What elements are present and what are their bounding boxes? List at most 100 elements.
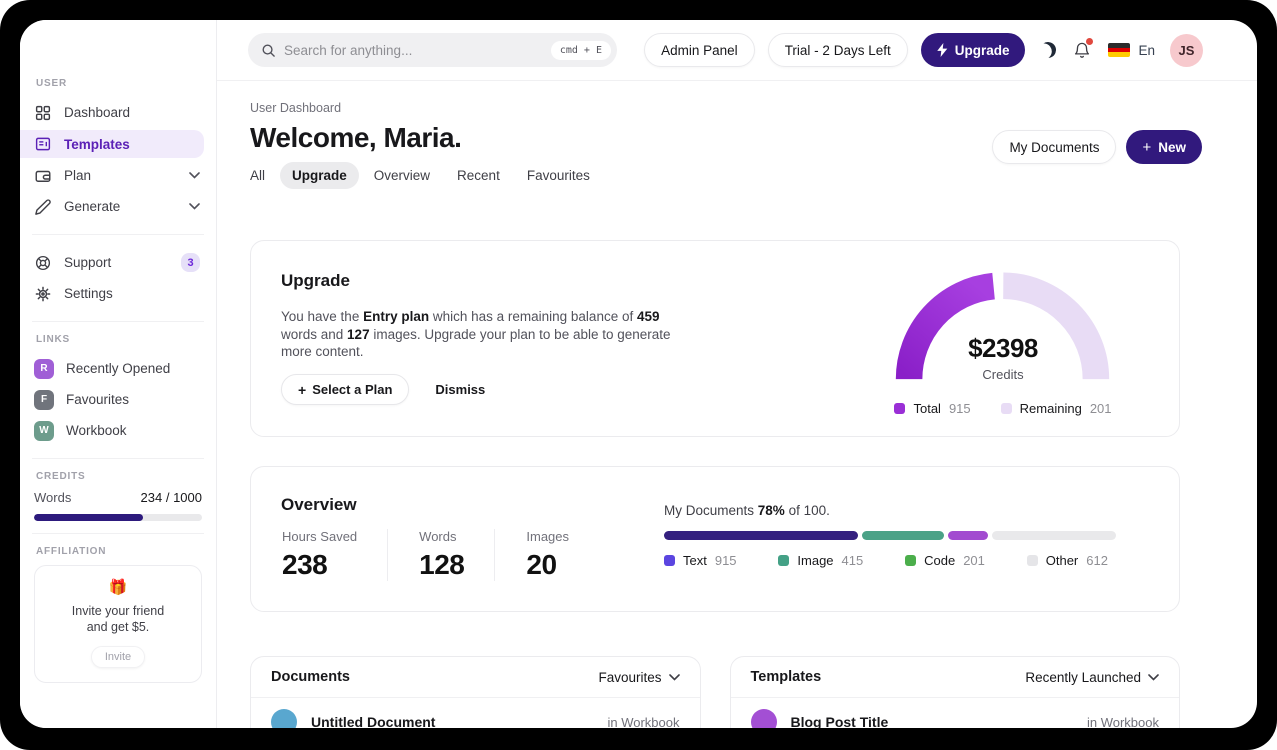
sidebar-link-workbook[interactable]: W Workbook bbox=[34, 415, 202, 446]
bar-segment-other bbox=[992, 531, 1116, 540]
tab-bar: All Upgrade Overview Recent Favourites bbox=[238, 162, 602, 189]
stacked-progress-bar bbox=[664, 531, 1116, 540]
plus-icon: + bbox=[1142, 138, 1152, 156]
sidebar-item-dashboard[interactable]: Dashboard bbox=[34, 97, 202, 128]
chevron-down-icon bbox=[668, 673, 680, 681]
bar-segment-code bbox=[947, 531, 989, 540]
sidebar-item-label: Support bbox=[64, 255, 112, 270]
select-plan-button[interactable]: + Select a Plan bbox=[281, 374, 410, 405]
credits-gauge-chart bbox=[894, 269, 1111, 387]
credits-row: Words 234 / 1000 bbox=[34, 490, 202, 505]
divider bbox=[32, 321, 204, 322]
page-title: Welcome, Maria. bbox=[250, 122, 462, 153]
dark-mode-icon[interactable] bbox=[1039, 41, 1057, 59]
document-list-item[interactable]: Untitled Document in Workbook bbox=[251, 698, 700, 728]
wallet-icon bbox=[34, 167, 52, 185]
templates-card: Templates Recently Launched Blog Post Ti… bbox=[729, 656, 1180, 728]
chevron-down-icon bbox=[1148, 673, 1159, 681]
template-location: in Workbook bbox=[1086, 714, 1159, 729]
documents-filter-dropdown[interactable]: Favourites bbox=[598, 670, 680, 685]
divider bbox=[32, 234, 204, 235]
affiliation-text: Invite your friend and get $5. bbox=[71, 604, 165, 634]
tab-overview[interactable]: Overview bbox=[362, 162, 442, 189]
search-icon bbox=[261, 43, 276, 58]
legend-item-code: Code 201 bbox=[905, 553, 985, 568]
affiliation-card: 🎁 Invite your friend and get $5. Invite bbox=[34, 565, 202, 683]
search-input[interactable] bbox=[284, 42, 543, 58]
grid-icon bbox=[34, 104, 52, 122]
my-documents-button[interactable]: My Documents bbox=[992, 130, 1117, 164]
stat-images: Images 20 bbox=[494, 529, 599, 581]
template-list-item[interactable]: Blog Post Title in Workbook bbox=[731, 698, 1180, 728]
credits-progress-fill bbox=[34, 514, 144, 521]
upgrade-card-body: You have the Entry plan which has a rema… bbox=[281, 309, 671, 359]
documents-usage-chart: My Documents 78% of 100. Text 915 Image … bbox=[664, 503, 1116, 568]
divider bbox=[32, 533, 204, 534]
language-switcher[interactable]: En bbox=[1108, 43, 1155, 58]
sidebar-item-plan[interactable]: Plan bbox=[34, 160, 202, 191]
overview-card-title: Overview bbox=[281, 495, 357, 514]
legend-item-remaining: Remaining 201 bbox=[1000, 401, 1112, 416]
templates-icon bbox=[34, 135, 52, 153]
letter-badge: F bbox=[34, 389, 54, 410]
tab-all[interactable]: All bbox=[238, 162, 277, 189]
sidebar-section-credits: CREDITS bbox=[36, 471, 86, 482]
tab-recent[interactable]: Recent bbox=[445, 162, 512, 189]
document-location: in Workbook bbox=[607, 714, 680, 729]
dismiss-button[interactable]: Dismiss bbox=[435, 382, 485, 397]
sidebar-item-templates[interactable]: Templates bbox=[20, 130, 204, 158]
sidebar-item-label: Settings bbox=[64, 286, 113, 301]
search-shortcut-badge: cmd + E bbox=[550, 40, 611, 60]
user-avatar[interactable]: JS bbox=[1170, 33, 1203, 67]
new-button[interactable]: + New bbox=[1126, 130, 1202, 164]
upgrade-card: Upgrade You have the Entry plan which ha… bbox=[250, 240, 1180, 437]
sidebar-item-support[interactable]: Support 3 bbox=[34, 247, 202, 278]
breadcrumb: User Dashboard bbox=[250, 101, 342, 115]
bolt-icon bbox=[936, 43, 948, 57]
admin-panel-button[interactable]: Admin Panel bbox=[644, 33, 755, 67]
bar-segment-image bbox=[862, 531, 944, 540]
sidebar-item-label: Templates bbox=[64, 136, 130, 152]
bottom-cards-row: Documents Favourites Untitled Document i… bbox=[250, 656, 1180, 728]
notifications-bell-icon[interactable] bbox=[1073, 37, 1094, 60]
sidebar-section-user: USER bbox=[36, 78, 67, 89]
search-bar[interactable]: cmd + E bbox=[248, 33, 617, 67]
tab-favourites[interactable]: Favourites bbox=[515, 162, 602, 189]
letter-badge: R bbox=[34, 358, 54, 379]
legend-item-image: Image 415 bbox=[778, 553, 863, 568]
upgrade-button[interactable]: Upgrade bbox=[920, 33, 1026, 67]
sidebar-link-favourites[interactable]: F Favourites bbox=[34, 384, 202, 415]
sidebar-link-recently-opened[interactable]: R Recently Opened bbox=[34, 353, 202, 384]
sidebar-item-settings[interactable]: Settings bbox=[34, 278, 202, 309]
lifebuoy-icon bbox=[34, 254, 52, 272]
usage-caption: My Documents 78% of 100. bbox=[664, 503, 830, 518]
upgrade-card-title: Upgrade bbox=[281, 271, 350, 290]
sidebar-link-label: Recently Opened bbox=[66, 361, 171, 376]
letter-badge: W bbox=[34, 420, 54, 441]
stat-hours-saved: Hours Saved 238 bbox=[282, 529, 358, 580]
invite-button[interactable]: Invite bbox=[90, 646, 146, 668]
topbar: cmd + E Admin Panel Trial - 2 Days Left … bbox=[217, 20, 1257, 81]
gift-icon: 🎁 bbox=[108, 579, 128, 596]
document-title: Untitled Document bbox=[311, 714, 436, 728]
templates-filter-dropdown[interactable]: Recently Launched bbox=[1025, 670, 1159, 685]
legend-swatch bbox=[905, 555, 917, 566]
sidebar-item-generate[interactable]: Generate bbox=[34, 191, 202, 222]
legend-swatch bbox=[1000, 403, 1012, 414]
template-title: Blog Post Title bbox=[790, 714, 889, 728]
divider bbox=[32, 458, 204, 459]
tab-upgrade[interactable]: Upgrade bbox=[280, 162, 359, 189]
trial-button[interactable]: Trial - 2 Days Left bbox=[767, 33, 908, 67]
legend-swatch bbox=[894, 403, 906, 414]
documents-card-title: Documents bbox=[271, 669, 350, 685]
language-label: En bbox=[1138, 42, 1155, 58]
gauge-legend: Total 915 Remaining 201 bbox=[871, 401, 1135, 416]
overview-stats: Hours Saved 238 Words 128 Images 20 bbox=[282, 529, 599, 581]
legend-item-other: Other 612 bbox=[1026, 553, 1108, 568]
documents-card: Documents Favourites Untitled Document i… bbox=[250, 656, 701, 728]
plus-icon: + bbox=[298, 381, 307, 398]
legend-item-text: Text 915 bbox=[664, 553, 737, 568]
bar-segment-text bbox=[664, 531, 859, 540]
sidebar-link-label: Favourites bbox=[66, 392, 130, 407]
sidebar-item-label: Generate bbox=[64, 199, 121, 214]
